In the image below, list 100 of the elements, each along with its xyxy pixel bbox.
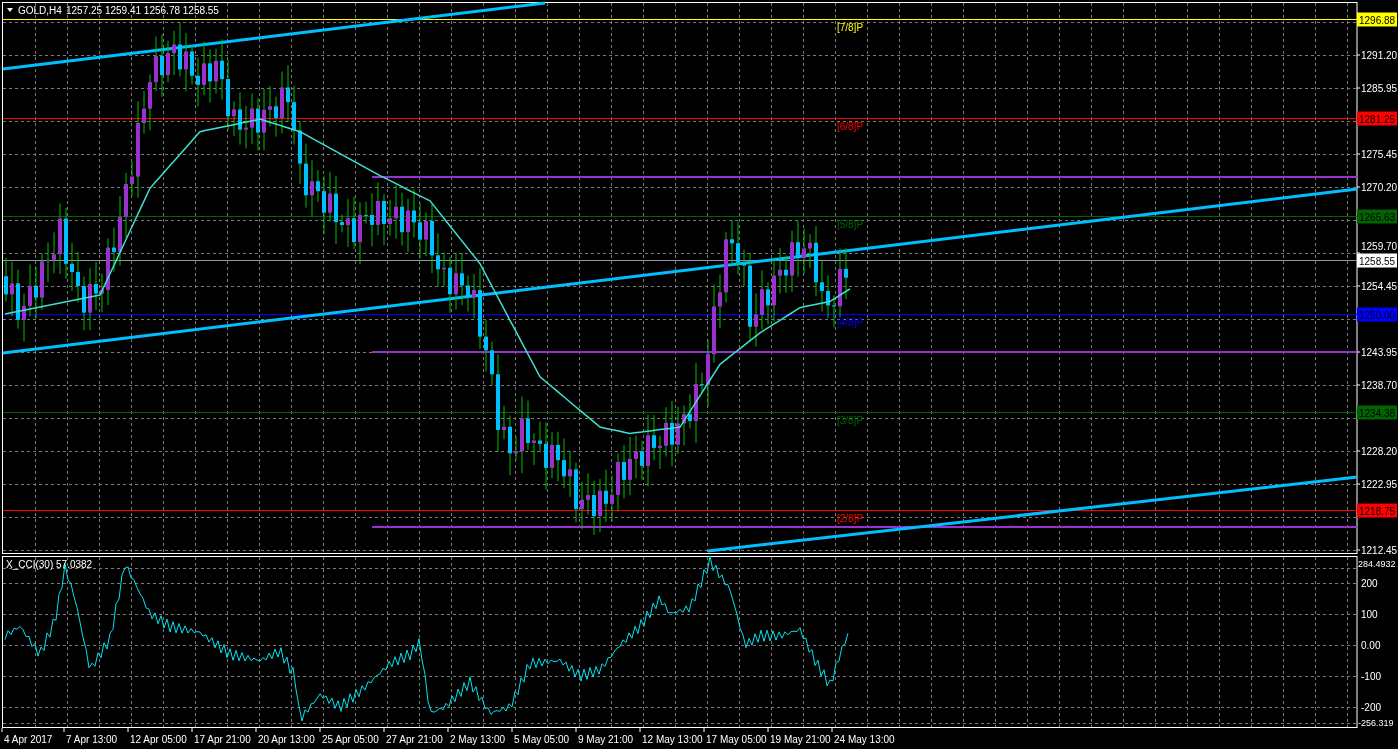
price-tag: 1281.25 (1357, 111, 1397, 126)
candle (262, 88, 266, 151)
indicator-label: X_CCI(30) 57.0382 (6, 559, 93, 570)
candle (394, 184, 398, 240)
candle (178, 22, 182, 77)
candle (22, 293, 26, 342)
time-label: 4 Apr 2017 (4, 734, 53, 745)
candle (736, 221, 740, 275)
candle (640, 440, 644, 481)
axis-label: -200 (1361, 702, 1381, 713)
candle (508, 414, 512, 476)
candle (286, 65, 290, 123)
level-label: [2/8]P (836, 512, 864, 524)
level-label: [7/8]P (836, 21, 864, 33)
candle (790, 230, 794, 293)
candle (436, 232, 440, 288)
candle (166, 40, 170, 83)
axis-label: 200 (1361, 578, 1378, 589)
candle (844, 247, 848, 300)
candle (760, 269, 764, 331)
candle (622, 444, 626, 499)
candle (802, 228, 806, 275)
candle (628, 436, 632, 496)
axis-label: -256.319 (1358, 718, 1394, 728)
candle (292, 85, 296, 145)
candle (172, 30, 176, 76)
candle (754, 292, 758, 348)
candle (370, 192, 374, 248)
axis-label: 1270.20 (1361, 182, 1398, 193)
candle (388, 199, 392, 237)
candle (4, 257, 8, 302)
axis-label: 1254.45 (1361, 281, 1398, 292)
candle (442, 251, 446, 287)
candle (412, 188, 416, 238)
candle (766, 281, 770, 325)
candle (664, 406, 668, 458)
level-label: [3/8]P (836, 414, 864, 426)
time-label: 27 Apr 21:00 (386, 734, 443, 745)
time-label: 2 May 13:00 (450, 734, 506, 745)
candle (70, 242, 74, 292)
candle (46, 241, 50, 283)
axis-label: -100 (1361, 671, 1381, 682)
candle (580, 481, 584, 530)
quote-text: 1257.25 1259.41 1256.78 1258.55 (66, 5, 219, 16)
candle (568, 450, 572, 498)
candle (538, 421, 542, 453)
candle (808, 233, 812, 269)
dropdown-icon[interactable] (7, 8, 13, 12)
axis-label: 284.4932 (1358, 559, 1396, 569)
time-label: 24 May 13:00 (834, 734, 895, 745)
candle (322, 175, 326, 235)
candle (706, 339, 710, 408)
level-label: [6/8]P (836, 120, 864, 132)
candle (526, 400, 530, 451)
candle (226, 59, 230, 131)
candle (142, 90, 146, 135)
candle (28, 264, 32, 317)
candle (718, 274, 722, 329)
candle (364, 201, 368, 225)
candle (586, 472, 590, 516)
candle (346, 198, 350, 248)
candle (382, 193, 386, 246)
candle (838, 247, 842, 318)
candle (280, 70, 284, 134)
candle (106, 237, 110, 306)
axis-label: 1291.20 (1361, 50, 1398, 61)
candle (484, 319, 488, 372)
axis-label: 1228.20 (1361, 446, 1398, 457)
candle (310, 159, 314, 217)
candle (100, 273, 104, 313)
time-label: 7 Apr 13:00 (66, 734, 118, 745)
candle (796, 220, 800, 278)
time-label: 19 May 21:00 (770, 734, 831, 745)
candle (118, 195, 122, 267)
time-label: 12 May 13:00 (642, 734, 703, 745)
candle (670, 400, 674, 467)
candle (658, 435, 662, 470)
candle (184, 32, 188, 92)
candle (592, 480, 596, 536)
candle (328, 171, 332, 223)
candle (34, 266, 38, 320)
candle (700, 372, 704, 393)
candle (784, 254, 788, 294)
candle (604, 469, 608, 523)
axis-label: 1259.70 (1361, 241, 1398, 252)
candle (418, 202, 422, 259)
candle (682, 404, 686, 446)
candle (400, 192, 404, 247)
candle (778, 247, 782, 295)
candle (112, 227, 116, 273)
candle (196, 56, 200, 108)
candle (688, 393, 692, 430)
candle (208, 49, 212, 104)
time-label: 12 Apr 05:00 (130, 734, 187, 745)
candle (88, 267, 92, 331)
time-label: 9 May 21:00 (578, 734, 634, 745)
candle (616, 453, 620, 513)
candle (598, 478, 602, 533)
candle (556, 431, 560, 482)
candle (832, 294, 836, 328)
